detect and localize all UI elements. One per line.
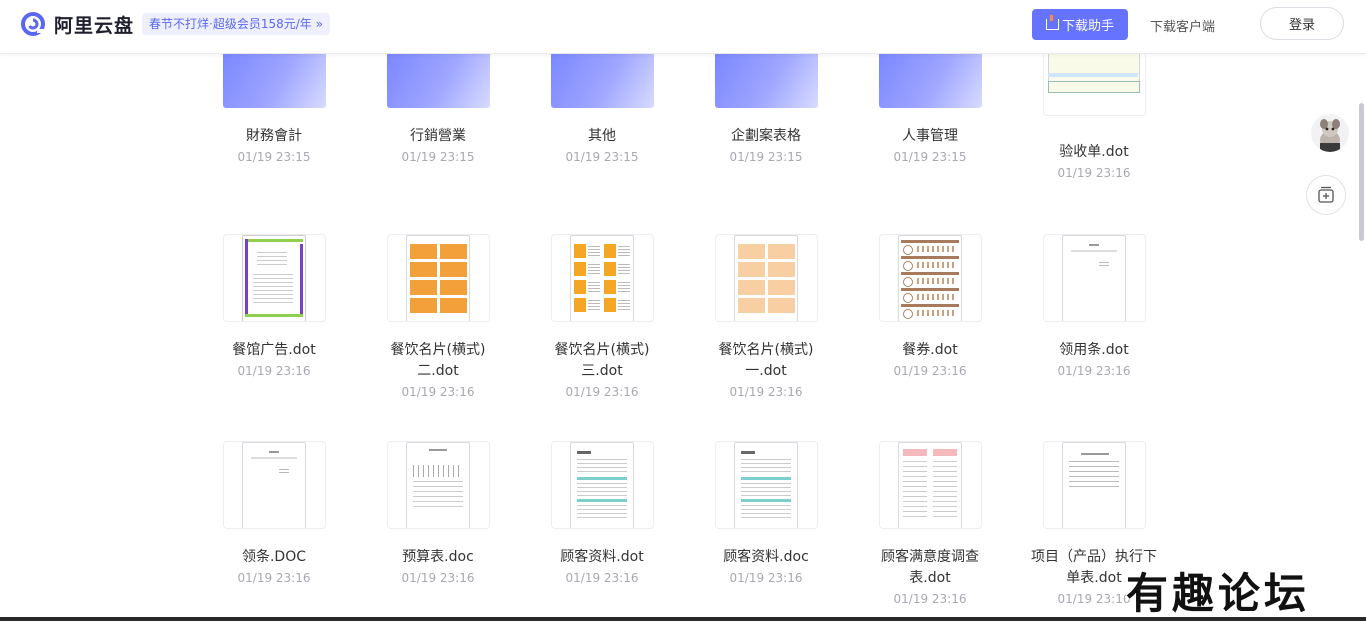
folder-item[interactable]: 其他 01/19 23:15 xyxy=(520,38,684,166)
download-client-button[interactable]: 下载客户端 xyxy=(1150,16,1215,35)
file-thumbnail xyxy=(386,234,490,322)
top-header: 阿里云盘 春节不打烊·超级会员158元/年 » 下载助手 下载客户端 登录 xyxy=(0,0,1366,54)
file-item[interactable]: 顾客资料.doc 01/19 23:16 xyxy=(684,441,848,587)
file-thumbnail xyxy=(878,441,982,529)
file-grid: 財務會計 01/19 23:15 行銷營業 01/19 23:15 其他 01/19 23… xyxy=(0,0,1366,621)
file-item[interactable]: 验收单.dot 01/19 23:16 xyxy=(1012,38,1176,182)
file-thumbnail xyxy=(386,441,490,529)
file-item[interactable]: 餐馆广告.dot 01/19 23:16 xyxy=(192,234,356,380)
file-date: 01/19 23:15 xyxy=(565,150,639,164)
file-name: 人事管理 xyxy=(902,128,958,144)
file-thumbnail xyxy=(550,441,654,529)
aliyun-drive-logo-icon xyxy=(20,11,46,37)
folder-item[interactable]: 財務會計 01/19 23:15 xyxy=(192,38,356,166)
folder-item[interactable]: 人事管理 01/19 23:15 xyxy=(848,38,1012,166)
file-date: 01/19 23:16 xyxy=(237,364,311,378)
file-thumbnail xyxy=(550,234,654,322)
folder-icon xyxy=(386,50,490,108)
file-thumbnail xyxy=(878,234,982,322)
file-item[interactable]: 餐饮名片(横式)二.dot 01/19 23:16 xyxy=(356,234,520,401)
file-name: 企劃案表格 xyxy=(731,128,801,144)
file-date: 01/19 23:15 xyxy=(729,150,803,164)
file-date: 01/19 23:15 xyxy=(237,150,311,164)
file-thumbnail xyxy=(1042,441,1146,529)
file-name: 验收单.dot xyxy=(1059,144,1129,160)
file-item[interactable]: 餐饮名片(横式)一.dot 01/19 23:16 xyxy=(684,234,848,401)
logo-text: 阿里云盘 xyxy=(54,14,135,37)
file-date: 01/19 23:16 xyxy=(401,385,475,399)
file-item[interactable]: 领条.DOC 01/19 23:16 xyxy=(192,441,356,587)
logo[interactable]: 阿里云盘 春节不打烊·超级会员158元/年 » xyxy=(20,10,330,38)
file-name: 餐饮名片(横式)二.dot xyxy=(390,342,486,379)
folder-icon xyxy=(550,50,654,108)
file-item[interactable]: 预算表.doc 01/19 23:16 xyxy=(356,441,520,587)
file-date: 01/19 23:16 xyxy=(565,571,639,585)
file-item[interactable]: 餐券.dot 01/19 23:16 xyxy=(848,234,1012,380)
file-thumbnail xyxy=(1042,234,1146,322)
folder-icon xyxy=(878,50,982,108)
file-name: 顾客资料.doc xyxy=(723,549,809,565)
file-item[interactable]: 顾客资料.dot 01/19 23:16 xyxy=(520,441,684,587)
file-thumbnail xyxy=(714,234,818,322)
file-name: 顾客满意度调查表.dot xyxy=(881,549,979,586)
file-name: 餐饮名片(横式)三.dot xyxy=(554,342,650,379)
file-thumbnail xyxy=(222,441,326,529)
avatar[interactable] xyxy=(1311,114,1349,152)
file-name: 餐饮名片(横式)一.dot xyxy=(718,342,814,379)
file-name: 领条.DOC xyxy=(241,549,307,565)
file-date: 01/19 23:16 xyxy=(237,571,311,585)
add-to-drive-button[interactable] xyxy=(1306,175,1346,215)
file-name: 行銷營業 xyxy=(410,128,466,144)
file-date: 01/19 23:16 xyxy=(893,592,967,606)
login-button[interactable]: 登录 xyxy=(1260,7,1344,40)
file-name: 餐券.dot xyxy=(902,342,958,358)
file-date: 01/19 23:16 xyxy=(1057,166,1131,180)
file-thumbnail xyxy=(714,441,818,529)
folder-icon xyxy=(714,50,818,108)
download-helper-button[interactable]: 下载助手 xyxy=(1032,9,1128,40)
file-date: 01/19 23:16 xyxy=(401,571,475,585)
file-name: 其他 xyxy=(588,128,616,144)
file-date: 01/19 23:16 xyxy=(729,385,803,399)
file-thumbnail xyxy=(222,234,326,322)
file-name: 领用条.dot xyxy=(1059,342,1129,358)
file-name: 餐馆广告.dot xyxy=(232,342,316,358)
file-item[interactable]: 餐饮名片(横式)三.dot 01/19 23:16 xyxy=(520,234,684,401)
promo-banner[interactable]: 春节不打烊·超级会员158元/年 » xyxy=(142,13,330,35)
file-date: 01/19 23:16 xyxy=(565,385,639,399)
file-item[interactable]: 领用条.dot 01/19 23:16 xyxy=(1012,234,1176,380)
file-date: 01/19 23:16 xyxy=(893,364,967,378)
scrollbar[interactable] xyxy=(1359,103,1364,241)
download-helper-label: 下载助手 xyxy=(1061,19,1114,34)
file-date: 01/19 23:15 xyxy=(401,150,475,164)
file-name: 顾客资料.dot xyxy=(560,549,644,565)
file-name: 预算表.doc xyxy=(402,549,474,565)
save-to-drive-icon xyxy=(1318,186,1334,203)
folder-icon xyxy=(222,50,326,108)
folder-item[interactable]: 行銷營業 01/19 23:15 xyxy=(356,38,520,166)
file-date: 01/19 23:15 xyxy=(893,150,967,164)
file-name: 財務會計 xyxy=(246,128,302,144)
download-icon xyxy=(1045,15,1059,30)
forum-watermark: 有趣论坛 xyxy=(1126,569,1311,618)
folder-item[interactable]: 企劃案表格 01/19 23:15 xyxy=(684,38,848,166)
file-item[interactable]: 顾客满意度调查表.dot 01/19 23:16 xyxy=(848,441,1012,608)
file-date: 01/19 23:16 xyxy=(729,571,803,585)
file-date: 01/19 23:16 xyxy=(1057,364,1131,378)
